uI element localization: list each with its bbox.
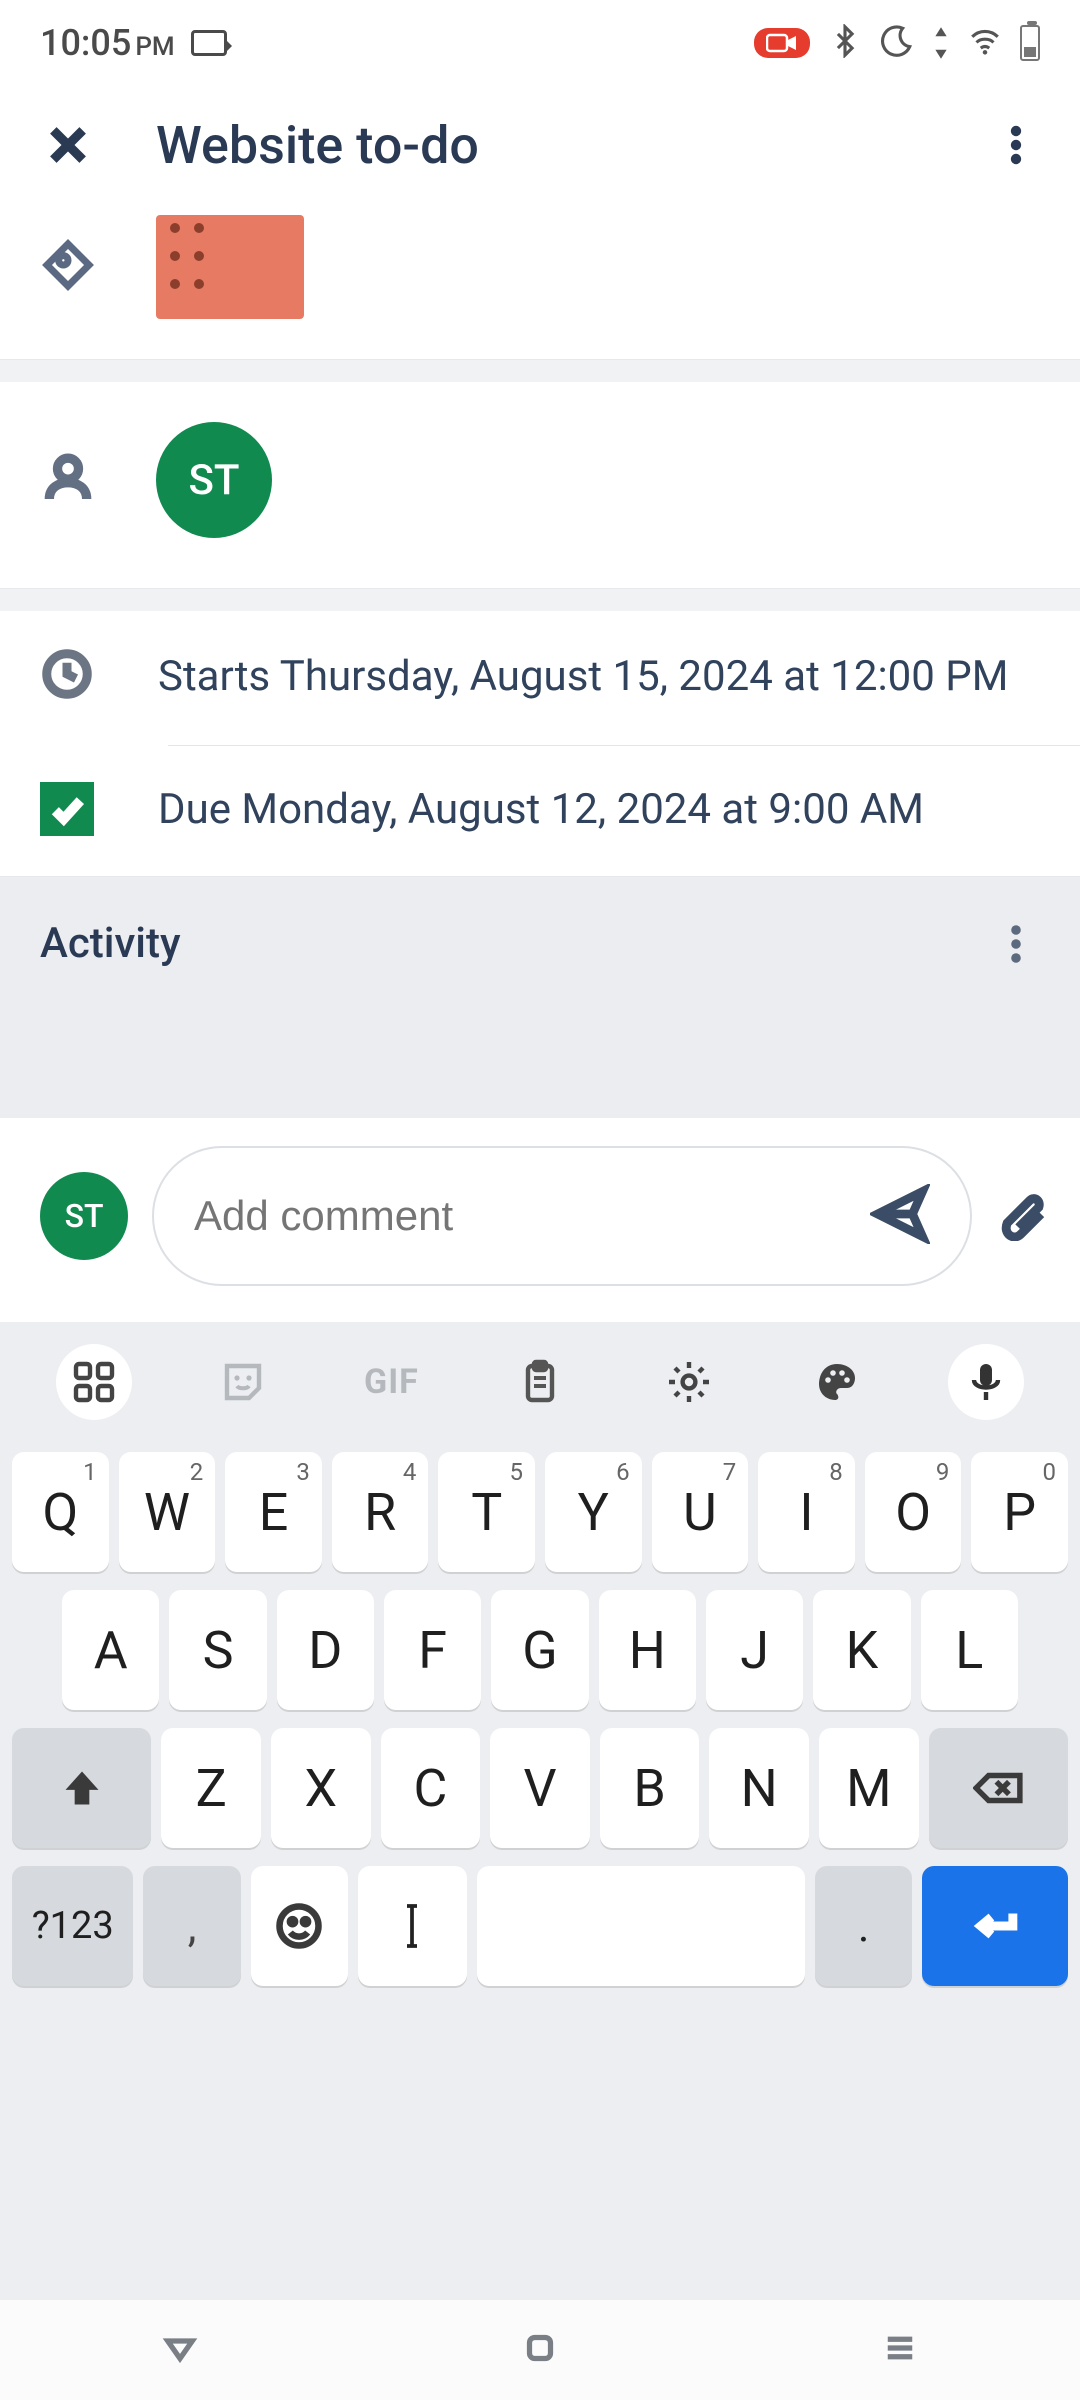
key-shift[interactable] [12,1728,151,1848]
header: Website to-do [0,85,1080,205]
key-o[interactable]: O9 [865,1452,962,1572]
key-c[interactable]: C [381,1728,481,1848]
wifi-icon [968,24,1002,62]
key-t[interactable]: T5 [438,1452,535,1572]
comment-input[interactable] [194,1192,850,1240]
key-s[interactable]: S [169,1590,266,1710]
key-cursor[interactable] [358,1866,467,1986]
nav-home-icon[interactable] [519,2327,561,2373]
activity-section-header: Activity [0,877,1080,1118]
assignee-section[interactable]: ST [0,382,1080,589]
key-i[interactable]: I8 [758,1452,855,1572]
soft-keyboard: GIF Q1W2E3R4T5Y6U7I8O9P0 ASDFGHJKL ZXCVB… [0,1322,1080,2300]
data-traffic-icon [932,25,950,61]
comment-bar: ST [0,1118,1080,1322]
kb-theme-icon[interactable] [799,1344,875,1420]
key-w[interactable]: W2 [119,1452,216,1572]
key-v[interactable]: V [490,1728,590,1848]
key-q[interactable]: Q1 [12,1452,109,1572]
send-button[interactable] [870,1184,930,1248]
kb-settings-icon[interactable] [651,1344,727,1420]
key-l[interactable]: L [921,1590,1018,1710]
comment-avatar: ST [40,1172,128,1260]
key-y[interactable]: Y6 [545,1452,642,1572]
key-comma[interactable]: , [143,1866,240,1986]
close-button[interactable] [40,117,96,173]
person-icon [40,450,96,510]
color-tag-swatch[interactable] [156,215,304,319]
dates-section: Starts Thursday, August 15, 2024 at 12:0… [0,611,1080,877]
due-date-text: Due Monday, August 12, 2024 at 9:00 AM [158,785,924,834]
key-j[interactable]: J [706,1590,803,1710]
key-b[interactable]: B [600,1728,700,1848]
battery-icon [1020,25,1040,61]
kb-mic-icon[interactable] [948,1344,1024,1420]
key-e[interactable]: E3 [225,1452,322,1572]
key-k[interactable]: K [813,1590,910,1710]
key-u[interactable]: U7 [652,1452,749,1572]
overflow-menu-button[interactable] [992,121,1040,169]
activity-menu-button[interactable] [992,920,1040,968]
key-backspace[interactable] [929,1728,1068,1848]
activity-label: Activity [40,919,181,968]
assignee-avatar[interactable]: ST [156,422,272,538]
key-h[interactable]: H [599,1590,696,1710]
recording-badge [754,28,810,58]
kb-clipboard-icon[interactable] [502,1344,578,1420]
key-f[interactable]: F [384,1590,481,1710]
key-a[interactable]: A [62,1590,159,1710]
nav-recents-icon[interactable] [879,2327,921,2373]
bluetooth-icon [828,24,862,62]
status-time: 10:05PM [40,22,175,64]
key-symbols[interactable]: ?123 [12,1866,133,1986]
kb-sticker-icon[interactable] [205,1344,281,1420]
start-date-text: Starts Thursday, August 15, 2024 at 12:0… [158,652,1008,701]
key-period[interactable]: . [815,1866,912,1986]
attach-button[interactable] [996,1187,1050,1245]
key-n[interactable]: N [709,1728,809,1848]
key-g[interactable]: G [491,1590,588,1710]
dnd-moon-icon [880,24,914,62]
key-m[interactable]: M [819,1728,919,1848]
key-r[interactable]: R4 [332,1452,429,1572]
system-nav-bar [0,2300,1080,2400]
key-p[interactable]: P0 [971,1452,1068,1572]
key-z[interactable]: Z [161,1728,261,1848]
key-x[interactable]: X [271,1728,371,1848]
comment-field-container[interactable] [152,1146,972,1286]
nav-back-icon[interactable] [159,2327,201,2373]
checkbox-checked-icon[interactable] [40,782,94,836]
camera-icon [191,30,227,56]
key-enter[interactable] [922,1866,1068,1986]
tag-icon [40,237,96,297]
start-date-row[interactable]: Starts Thursday, August 15, 2024 at 12:0… [0,611,1080,745]
page-title: Website to-do [156,115,932,176]
clock-icon [40,647,94,705]
kb-apps-icon[interactable] [56,1344,132,1420]
key-space[interactable] [477,1866,805,1986]
due-date-row[interactable]: Due Monday, August 12, 2024 at 9:00 AM [0,746,1080,876]
kb-gif-button[interactable]: GIF [353,1344,429,1420]
key-d[interactable]: D [277,1590,374,1710]
tag-section[interactable] [0,205,1080,360]
key-emoji[interactable] [251,1866,348,1986]
status-bar: 10:05PM [0,0,1080,85]
